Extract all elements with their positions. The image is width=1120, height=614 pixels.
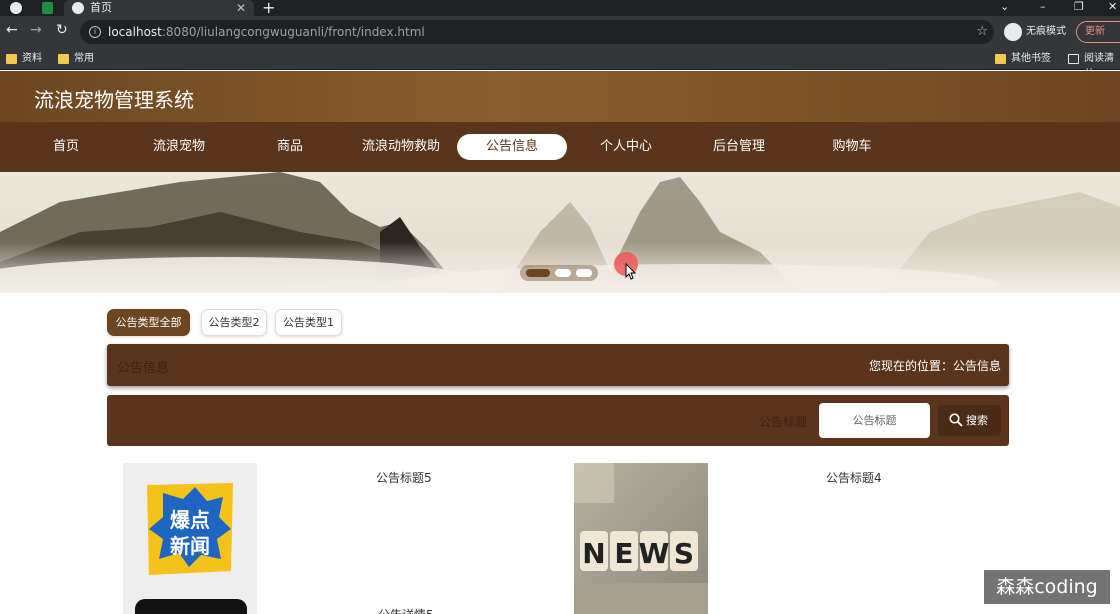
mouse-cursor-icon: [625, 263, 637, 280]
info-icon[interactable]: i: [89, 26, 101, 38]
incognito-label: 无痕模式: [1026, 26, 1066, 37]
main-nav: 首页 流浪宠物 商品 流浪动物救助 公告信息 个人中心 后台管理 购物车: [0, 122, 1120, 172]
browser-tab-active[interactable]: 首页 ✕: [64, 0, 254, 16]
search-label: 公告标题: [759, 415, 808, 429]
search-input[interactable]: [819, 403, 930, 438]
forward-icon[interactable]: →: [30, 22, 42, 38]
close-tab-icon[interactable]: ✕: [236, 0, 246, 16]
globe-icon: [72, 2, 84, 14]
filter-all[interactable]: 公告类型全部: [107, 309, 190, 336]
sheets-icon[interactable]: [42, 2, 53, 14]
reload-icon[interactable]: ↻: [56, 22, 68, 38]
address-bar[interactable]: i localhost:8080/liulangcongwuguanli/fro…: [80, 20, 994, 44]
news-title[interactable]: 公告标题5: [376, 469, 432, 486]
bookmark-label: 其他书签: [1011, 53, 1051, 64]
carousel-dot[interactable]: [555, 269, 571, 277]
bookmark-label: 资料: [22, 53, 42, 64]
url-path: :8080/liulangcongwuguanli/front/index.ht…: [161, 25, 425, 39]
carousel-dot[interactable]: [576, 269, 592, 277]
tab-title: 首页: [90, 1, 112, 14]
folder-icon: [995, 54, 1006, 64]
new-tab-button[interactable]: +: [262, 0, 275, 17]
nav-cart[interactable]: 购物车: [816, 134, 888, 160]
site-title: 流浪宠物管理系统: [34, 88, 194, 112]
thumb-text: 新闻: [170, 534, 210, 558]
section-title: 公告信息: [117, 361, 170, 376]
section-header: 公告信息 您现在的位置：公告信息: [107, 344, 1009, 386]
nav-admin[interactable]: 后台管理: [700, 134, 778, 160]
bookmarks-bar: 资料 常用 其他书签 阅读清单: [0, 48, 1120, 80]
filter-type-2[interactable]: 公告类型2: [201, 309, 267, 336]
restore-icon[interactable]: ❐: [1074, 0, 1084, 13]
reading-list-icon: [1068, 54, 1079, 64]
news-thumbnail[interactable]: N E W S: [574, 463, 708, 614]
bookmark-folder[interactable]: 常用: [58, 51, 94, 67]
back-icon[interactable]: ←: [6, 22, 18, 38]
folder-icon: [58, 54, 69, 64]
incognito-icon: [1004, 23, 1022, 41]
update-label: 更新: [1085, 26, 1105, 37]
tab-search-icon[interactable]: ⌄: [1000, 0, 1009, 13]
breadcrumb: 您现在的位置：公告信息: [868, 359, 1001, 373]
watermark: 森森coding: [984, 570, 1110, 604]
breaking-news-image: 爆点 新闻: [123, 463, 257, 614]
news-blocks-image: N E W S: [574, 463, 708, 614]
other-bookmarks[interactable]: 其他书签: [995, 51, 1051, 67]
carousel-dot-active[interactable]: [526, 269, 550, 277]
site-header: 流浪宠物管理系统: [0, 71, 1120, 122]
news-detail: 公告详情5: [378, 606, 434, 614]
thumb-letter: S: [674, 537, 694, 570]
folder-icon: [6, 54, 17, 64]
thumb-letter: E: [614, 537, 633, 570]
browser-tab-bar: 首页 ✕ + ⌄ – ❐ ✕: [0, 0, 1120, 17]
search-button[interactable]: 搜索: [938, 405, 1001, 436]
search-button-label: 搜索: [966, 414, 988, 427]
nav-goods[interactable]: 商品: [255, 134, 325, 160]
thumb-text: 爆点: [170, 508, 210, 532]
search-bar: 公告标题 搜索: [107, 395, 1009, 446]
search-icon: [949, 413, 963, 427]
news-thumbnail[interactable]: 爆点 新闻: [123, 463, 257, 614]
bookmark-star-icon[interactable]: ☆: [976, 20, 988, 44]
nav-announcements[interactable]: 公告信息: [457, 134, 567, 160]
url-host: localhost: [108, 25, 162, 39]
nav-personal-center[interactable]: 个人中心: [588, 134, 664, 160]
nav-rescue[interactable]: 流浪动物救助: [352, 134, 450, 160]
news-title[interactable]: 公告标题4: [826, 469, 882, 486]
bookmark-folder[interactable]: 资料: [6, 51, 42, 67]
thumb-letter: N: [582, 537, 605, 570]
incognito-indicator[interactable]: 无痕模式: [1004, 22, 1066, 42]
chrome-icon[interactable]: [10, 2, 22, 14]
browser-toolbar: ← → ↻ i localhost:8080/liulangcongwuguan…: [0, 16, 1120, 48]
minimize-icon[interactable]: –: [1040, 0, 1046, 13]
update-button[interactable]: 更新: [1076, 21, 1120, 43]
bookmark-label: 常用: [74, 53, 94, 64]
carousel-indicators: [520, 265, 598, 281]
filter-type-1[interactable]: 公告类型1: [275, 309, 342, 336]
close-window-icon[interactable]: ✕: [1108, 0, 1117, 13]
nav-stray-pets[interactable]: 流浪宠物: [140, 134, 218, 160]
thumb-letter: W: [639, 537, 670, 570]
nav-home[interactable]: 首页: [30, 134, 102, 160]
